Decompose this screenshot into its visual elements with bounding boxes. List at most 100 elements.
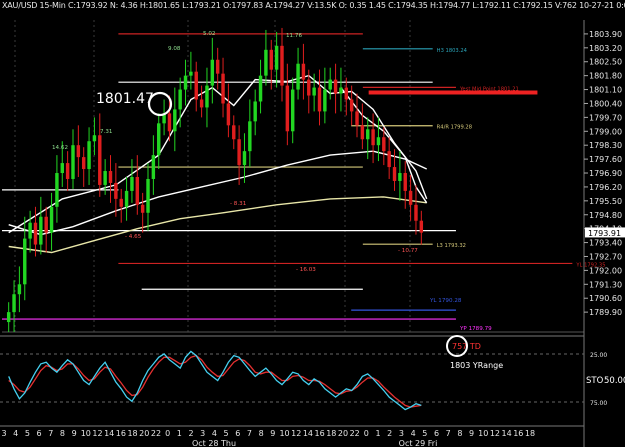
price-tick-label: 1791.30 [589, 280, 622, 289]
time-tick-label: 2 [188, 429, 193, 438]
time-tick-label: 4 [411, 429, 416, 438]
price-tick-label: 1798.30 [589, 141, 622, 150]
candle-body [360, 125, 365, 140]
oscillator-value: 50.00 [604, 376, 625, 386]
chart-annotation: YL 1790.28 [429, 298, 462, 304]
candle-body [264, 49, 268, 76]
day-label: Oct 28 Thu [192, 439, 236, 447]
candle-body [387, 151, 391, 168]
time-tick-label: 10 [81, 429, 91, 438]
candle-body [274, 45, 279, 70]
price-tick-label: 1803.20 [589, 44, 622, 53]
time-tick-label: 7 [48, 429, 53, 438]
time-tick-label: 22 [350, 429, 360, 438]
chart-annotation: - 16.03 [296, 267, 316, 273]
price-tick-label: 1800.40 [589, 99, 622, 108]
time-tick-label: 18 [525, 429, 535, 438]
time-tick-label: 14 [104, 429, 114, 438]
candle-body [124, 190, 129, 207]
level-label: L3 1793.32 [437, 243, 466, 249]
candle-body [414, 204, 418, 221]
time-tick-label: 9 [270, 429, 275, 438]
candle-body [199, 99, 204, 108]
candle-body [135, 176, 140, 205]
candle-body [130, 176, 134, 191]
time-tick-label: 5 [25, 429, 30, 438]
chart-annotation: - 8.31 [230, 201, 247, 207]
candle-body [333, 79, 338, 94]
time-tick-label: 7 [247, 429, 252, 438]
candle-body [55, 173, 59, 207]
chart-annotation: 5.02 [203, 31, 215, 37]
candle-body [232, 125, 236, 140]
candle-body [215, 59, 220, 74]
symbol-info-bar: XAU/USD 15-Min C:1793.92 N: 4.36 H:1801.… [2, 1, 625, 10]
candle-body [328, 79, 332, 90]
time-tick-label: 2 [387, 429, 392, 438]
candle-body [60, 163, 64, 174]
candle-body [392, 167, 397, 181]
price-tick-label: 1796.90 [589, 169, 622, 178]
time-tick-label: 4 [13, 429, 18, 438]
candle-body [103, 171, 107, 185]
time-tick-label: 0 [364, 429, 369, 438]
candle-body [65, 163, 70, 179]
time-tick-label: 16 [116, 429, 126, 438]
candle-body [92, 135, 97, 142]
chart-annotation: - 10.77 [398, 248, 418, 254]
time-tick-label: 10 [279, 429, 289, 438]
price-tick-label: 1790.60 [589, 294, 622, 303]
candle-body [49, 206, 54, 233]
price-tick-label: 1792.00 [589, 266, 622, 275]
chart-annotation: YP 1789.79 [459, 326, 492, 332]
price-tick-label: 1797.60 [589, 155, 622, 164]
candle-body [17, 284, 22, 295]
price-tick-label: 1792.70 [589, 252, 622, 261]
candle-body [140, 204, 145, 213]
candle-body [44, 216, 48, 233]
candle-body [189, 71, 193, 76]
time-tick-label: 3 [200, 429, 205, 438]
candle-body [403, 173, 407, 191]
time-tick-label: 16 [513, 429, 523, 438]
candle-body [183, 75, 188, 90]
time-tick-label: 5 [224, 429, 229, 438]
candle-body [194, 71, 198, 100]
chart-annotation: 9.08 [168, 46, 181, 52]
time-tick-label: 20 [338, 429, 348, 438]
candle-body [290, 89, 295, 132]
time-tick-label: 6 [434, 429, 439, 438]
price-tick-label: 1795.50 [589, 197, 622, 206]
candle-body [6, 312, 11, 323]
time-tick-label: 18 [127, 429, 137, 438]
candle-body [226, 103, 231, 126]
candle-body [408, 190, 413, 205]
oscillator-tick-label: 75.00 [590, 400, 607, 407]
time-tick-label: 8 [60, 429, 65, 438]
chart-annotation: - 4.65 [125, 234, 142, 240]
candle-body [419, 220, 424, 233]
price-tick-label: 1799.00 [589, 127, 622, 136]
candle-body [157, 123, 161, 156]
candle-body [301, 63, 306, 80]
oscillator-tick-label: 25.00 [590, 352, 607, 359]
candle-body [344, 87, 349, 100]
level-label: R4/R 1799.28 [437, 125, 472, 131]
time-tick-label: 5 [422, 429, 427, 438]
price-tick-label: 1799.70 [589, 113, 622, 122]
time-tick-label: 14 [502, 429, 512, 438]
price-tick-label: 1793.40 [589, 239, 622, 248]
price-tick-label: 1789.90 [589, 308, 622, 317]
candle-body [339, 87, 343, 94]
chart-annotation: 1801.47 [96, 91, 154, 107]
time-tick-label: 10 [478, 429, 488, 438]
candle-body [146, 178, 150, 213]
candle-body [242, 151, 247, 166]
time-tick-label: 3 [1, 429, 6, 438]
time-tick-label: 12 [92, 429, 102, 438]
candle-body [71, 145, 75, 179]
candle-body [307, 79, 311, 96]
candle-body [108, 171, 113, 183]
candle-body [376, 137, 381, 146]
candle-body [296, 63, 300, 90]
